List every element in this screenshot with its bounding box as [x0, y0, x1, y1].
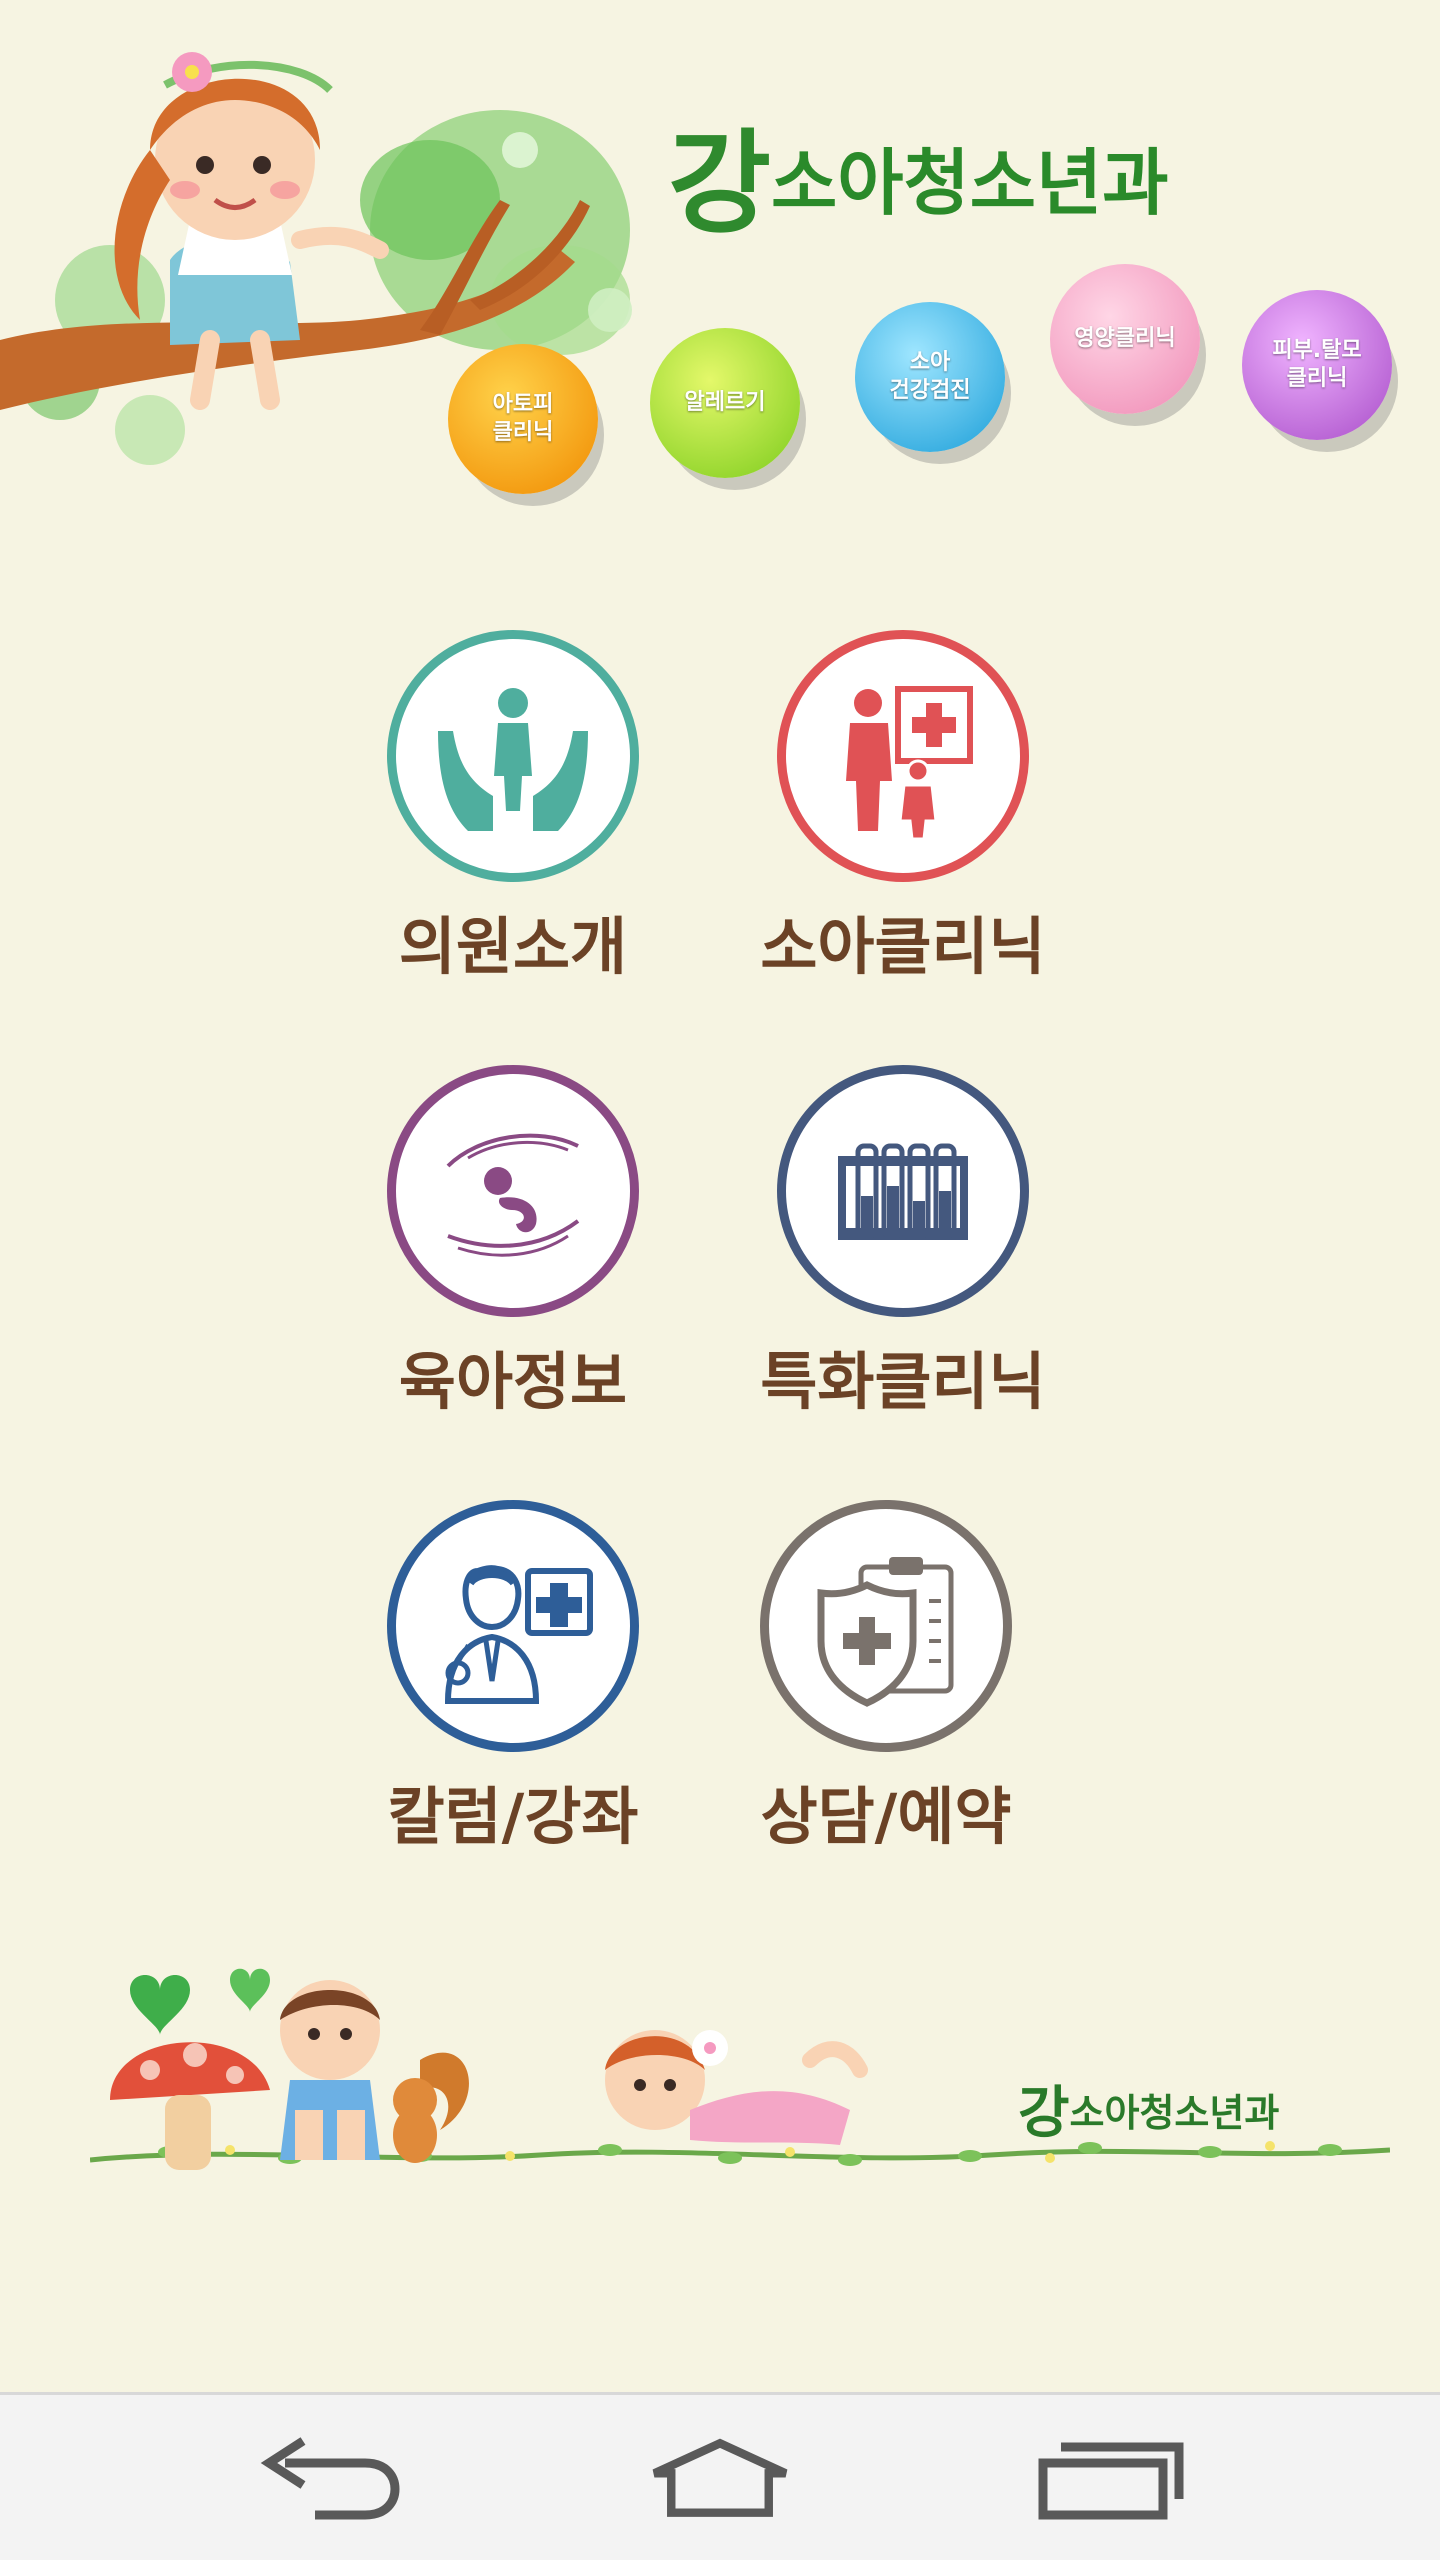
sub-clinic-label: 알레르기	[684, 390, 766, 415]
brand-title-initial: 강	[668, 118, 772, 249]
sub-clinic-atopy-ball: 아토피 클리닉	[448, 344, 598, 494]
menu-icon-circle	[760, 1500, 1012, 1752]
sub-clinic-label: 영양클리닉	[1074, 326, 1176, 351]
header-banner: 강소아청소년과 아토피 클리닉 알레르기 소아 건강검진 영양클리닉 피부.탈모…	[0, 0, 1440, 500]
menu-item-pediatric-clinic[interactable]: 소아클리닉	[743, 630, 1063, 984]
shield-clipboard-icon	[817, 1557, 954, 1707]
clinic-brand-title: 강소아청소년과	[668, 128, 1169, 240]
menu-item-parenting-info[interactable]: 육아정보	[353, 1065, 673, 1419]
sub-clinic-label: 피부.탈모 클리닉	[1272, 338, 1362, 391]
footer-brand-title: 강소아청소년과	[1018, 2068, 1279, 2149]
menu-icon-circle	[777, 1065, 1029, 1317]
back-icon	[260, 2437, 400, 2520]
sub-clinic-atopy-button[interactable]: 아토피 클리닉	[448, 344, 598, 494]
sub-clinic-checkup-ball: 소아 건강검진	[855, 302, 1005, 452]
menu-label: 의원소개	[398, 910, 628, 983]
system-navigation-bar	[0, 2392, 1440, 2560]
sub-clinic-nutrition-button[interactable]: 영양클리닉	[1050, 264, 1200, 414]
home-icon	[652, 2438, 788, 2517]
menu-icon-circle	[387, 1065, 639, 1317]
sub-clinic-allergy-button[interactable]: 알레르기	[650, 328, 800, 478]
back-button[interactable]	[255, 2433, 405, 2523]
hands-person-icon	[438, 688, 588, 831]
menu-item-special-clinic[interactable]: 특화클리닉	[743, 1065, 1063, 1419]
menu-label: 상담/예약	[760, 1780, 1012, 1853]
recent-apps-button[interactable]	[1035, 2433, 1185, 2523]
menu-icon-circle	[777, 630, 1029, 882]
sub-clinic-label: 소아 건강검진	[889, 350, 971, 403]
sub-clinic-skin-hair-button[interactable]: 피부.탈모 클리닉	[1242, 290, 1392, 440]
app-screen: 강소아청소년과 아토피 클리닉 알레르기 소아 건강검진 영양클리닉 피부.탈모…	[0, 0, 1440, 2392]
sub-clinic-checkup-button[interactable]: 소아 건강검진	[855, 302, 1005, 452]
menu-icon-circle	[387, 1500, 639, 1752]
footer-brand-initial: 강	[1018, 2080, 1070, 2146]
brand-title-rest: 소아청소년과	[771, 140, 1169, 225]
footer-brand-rest: 소아청소년과	[1069, 2090, 1280, 2135]
menu-item-consult-reserve[interactable]: 상담/예약	[726, 1500, 1046, 1854]
menu-item-column-lecture[interactable]: 칼럼/강좌	[353, 1500, 673, 1854]
baby-in-hands-icon	[446, 1133, 580, 1257]
recent-apps-icon	[1038, 2442, 1184, 2520]
footer-illustration: 강소아청소년과	[90, 1960, 1390, 2220]
sub-clinic-nutrition-ball: 영양클리닉	[1050, 264, 1200, 414]
menu-label: 소아클리닉	[760, 910, 1046, 983]
menu-label: 칼럼/강좌	[387, 1780, 639, 1853]
sub-clinic-allergy-ball: 알레르기	[650, 328, 800, 478]
menu-item-clinic-intro[interactable]: 의원소개	[353, 630, 673, 984]
sub-clinic-skin-hair-ball: 피부.탈모 클리닉	[1242, 290, 1392, 440]
home-button[interactable]	[645, 2433, 795, 2523]
doctor-icon	[444, 1565, 593, 1704]
test-tubes-icon	[838, 1143, 968, 1240]
menu-icon-circle	[387, 630, 639, 882]
parent-child-medical-icon	[846, 686, 973, 841]
sub-clinic-label: 아토피 클리닉	[492, 392, 554, 445]
menu-label: 육아정보	[398, 1345, 628, 1418]
menu-label: 특화클리닉	[760, 1345, 1046, 1418]
